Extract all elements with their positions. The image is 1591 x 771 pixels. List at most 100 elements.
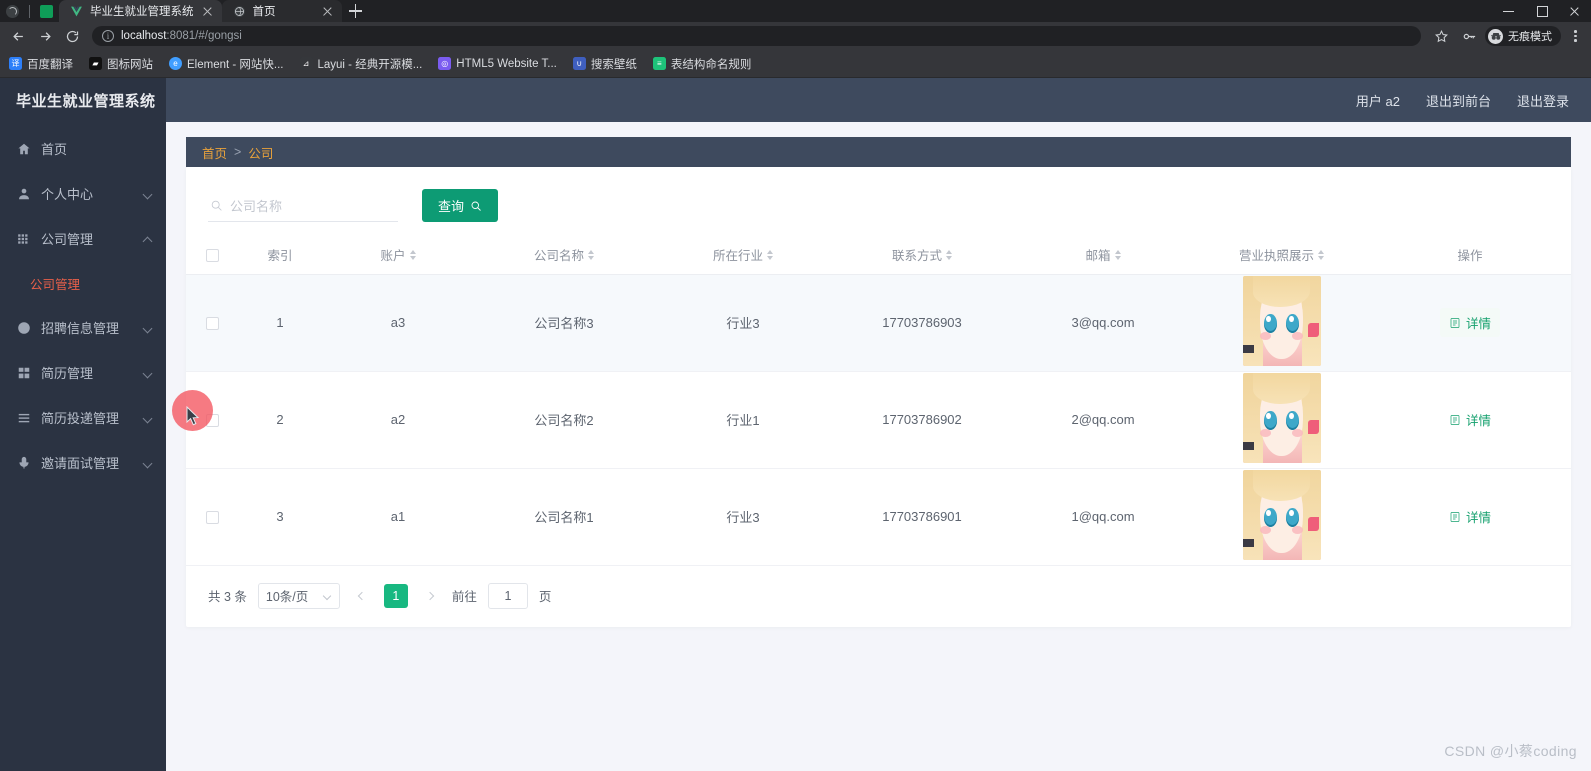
back-icon[interactable]: [6, 24, 30, 48]
close-icon[interactable]: [321, 5, 334, 18]
table-header-phone[interactable]: 联系方式: [832, 236, 1012, 275]
page-number-1[interactable]: 1: [383, 583, 408, 608]
table-row[interactable]: 2 a2 公司名称2 行业1 17703786902 2@qq.com 详情: [186, 371, 1571, 469]
sidebar-item-recruitment-info[interactable]: 招聘信息管理: [0, 305, 166, 350]
forward-icon[interactable]: [33, 24, 57, 48]
breadcrumb-home[interactable]: 首页: [202, 143, 227, 162]
table-row[interactable]: 3 a1 公司名称1 行业3 17703786901 1@qq.com 详情: [186, 468, 1571, 566]
bookmark-item[interactable]: 译 百度翻译: [9, 56, 73, 72]
address-bar[interactable]: i localhost:8081/#/gongsi: [92, 26, 1421, 46]
bookmark-label: 图标网站: [107, 58, 153, 71]
row-checkbox[interactable]: [205, 511, 219, 525]
chevron-up-icon: [143, 234, 152, 243]
sidebar-item-interview-invitation[interactable]: 邀请面试管理: [0, 440, 166, 485]
bookmark-star-icon[interactable]: [1429, 24, 1453, 48]
table-header-company[interactable]: 公司名称: [474, 236, 654, 275]
exit-to-frontend-link[interactable]: 退出到前台: [1426, 91, 1491, 110]
page-size-select[interactable]: 10条/页: [257, 582, 340, 609]
table-row[interactable]: 1 a3 公司名称3 行业3 17703786903 3@qq.com 详情: [186, 274, 1571, 372]
bookmark-label: Element - 网站快...: [187, 58, 284, 71]
row-license-cell: [1194, 468, 1369, 566]
next-page-button[interactable]: [419, 584, 441, 608]
maximize-button[interactable]: [1525, 0, 1558, 22]
content-area: 用户 a2 退出到前台 退出登录 首页 > 公司 公司名称 查询 索引 账户 公…: [166, 78, 1591, 771]
breadcrumb: 首页 > 公司: [186, 137, 1571, 167]
bookmark-label: HTML5 Website T...: [456, 57, 557, 70]
pinned-sheets-icon[interactable]: [40, 4, 53, 18]
search-input[interactable]: 公司名称: [208, 189, 398, 222]
sort-icon[interactable]: [409, 250, 416, 260]
browser-toolbar: i localhost:8081/#/gongsi 无痕模式: [0, 22, 1591, 50]
vue-logo-icon: [70, 5, 83, 18]
browser-tab-active[interactable]: 毕业生就业管理系统: [59, 0, 222, 22]
sort-icon[interactable]: [767, 250, 773, 260]
user-icon: [16, 186, 31, 201]
detail-button-label: 详情: [1465, 317, 1491, 331]
search-input-placeholder: 公司名称: [230, 198, 283, 214]
incognito-indicator[interactable]: 无痕模式: [1485, 26, 1561, 46]
clock-icon: [16, 320, 31, 335]
new-tab-button[interactable]: [342, 0, 368, 22]
license-thumbnail[interactable]: [1242, 470, 1321, 560]
column-label: 操作: [1457, 249, 1483, 264]
chevron-down-icon: [143, 189, 152, 198]
current-user-label: 用户 a2: [1355, 93, 1400, 109]
chevron-down-icon: [143, 458, 152, 467]
bookmark-item[interactable]: ⊿ Layui - 经典开源模...: [299, 56, 422, 72]
row-checkbox[interactable]: [205, 317, 219, 331]
window-close-button[interactable]: [1558, 0, 1591, 22]
bookmark-item[interactable]: ◎ HTML5 Website T...: [438, 57, 557, 70]
detail-button[interactable]: 详情: [1449, 410, 1491, 429]
select-all-checkbox[interactable]: [205, 248, 219, 262]
browser-tabstrip: 毕业生就业管理系统 首页: [0, 0, 1591, 22]
table-header-email[interactable]: 邮箱: [1012, 236, 1194, 275]
logout-link[interactable]: 退出登录: [1517, 91, 1569, 110]
sort-icon[interactable]: [1114, 250, 1121, 260]
row-email: 1@qq.com: [1012, 468, 1194, 566]
sidebar-item-resume-management[interactable]: 简历管理: [0, 350, 166, 395]
minimize-button[interactable]: [1492, 0, 1525, 22]
sidebar-item-label: 个人中心: [41, 187, 94, 202]
sidebar-item-personal-center[interactable]: 个人中心: [0, 171, 166, 216]
detail-button[interactable]: 详情: [1439, 308, 1500, 337]
detail-button-label: 详情: [1465, 414, 1491, 428]
goto-page-input[interactable]: 1: [487, 582, 528, 609]
bookmark-item[interactable]: ≡ 表结构命名规则: [652, 56, 751, 72]
sidebar-item-label: 首页: [41, 142, 68, 157]
sort-icon[interactable]: [1318, 250, 1324, 260]
sidebar-subitem-company-management[interactable]: 公司管理: [0, 261, 166, 305]
license-thumbnail[interactable]: [1242, 373, 1321, 463]
sort-icon[interactable]: [588, 250, 594, 260]
bookmark-item[interactable]: ∪ 搜索壁纸: [572, 56, 637, 72]
browser-tab-inactive[interactable]: 首页: [221, 0, 342, 22]
sidebar-item-resume-delivery[interactable]: 简历投递管理: [0, 395, 166, 440]
reload-icon[interactable]: [60, 24, 84, 48]
table-header-industry[interactable]: 所在行业: [654, 236, 832, 275]
query-button[interactable]: 查询: [422, 189, 499, 222]
chrome-app-icon: [6, 4, 19, 18]
prev-page-button[interactable]: [351, 584, 373, 608]
table-header-license[interactable]: 营业执照展示: [1194, 236, 1369, 275]
bookmark-item[interactable]: ▰ 图标网站: [89, 56, 153, 72]
sidebar-item-company-management[interactable]: 公司管理: [0, 216, 166, 261]
site-info-icon[interactable]: i: [102, 30, 114, 42]
sidebar-nav: 首页 个人中心 公司管理 公司管理 招聘信息管理 简历管理 简历投递管理 邀请面…: [0, 122, 166, 485]
table-header-account[interactable]: 账户: [322, 236, 474, 275]
chevron-down-icon: [143, 413, 152, 422]
pagination: 共 3 条 10条/页 1 前往 1 页: [186, 566, 1571, 627]
search-toolbar: 公司名称 查询: [186, 167, 1571, 236]
app-brand-title: 毕业生就业管理系统: [16, 92, 156, 110]
bookmark-item[interactable]: e Element - 网站快...: [169, 56, 284, 72]
bookmark-label: 百度翻译: [27, 58, 73, 71]
sidebar-item-home[interactable]: 首页: [0, 126, 166, 171]
close-icon[interactable]: [201, 5, 214, 18]
browser-window: 毕业生就业管理系统 首页 i localhost:8081/#/gongsi 无…: [0, 0, 1591, 771]
bookmark-label: 搜索壁纸: [590, 58, 637, 71]
password-key-icon[interactable]: [1457, 24, 1481, 48]
sort-icon[interactable]: [946, 250, 952, 260]
goto-label: 前往: [451, 590, 477, 604]
chrome-menu-icon[interactable]: [1565, 24, 1585, 48]
license-thumbnail[interactable]: [1242, 276, 1321, 366]
detail-button[interactable]: 详情: [1449, 507, 1491, 526]
row-action-cell: 详情: [1369, 468, 1571, 566]
